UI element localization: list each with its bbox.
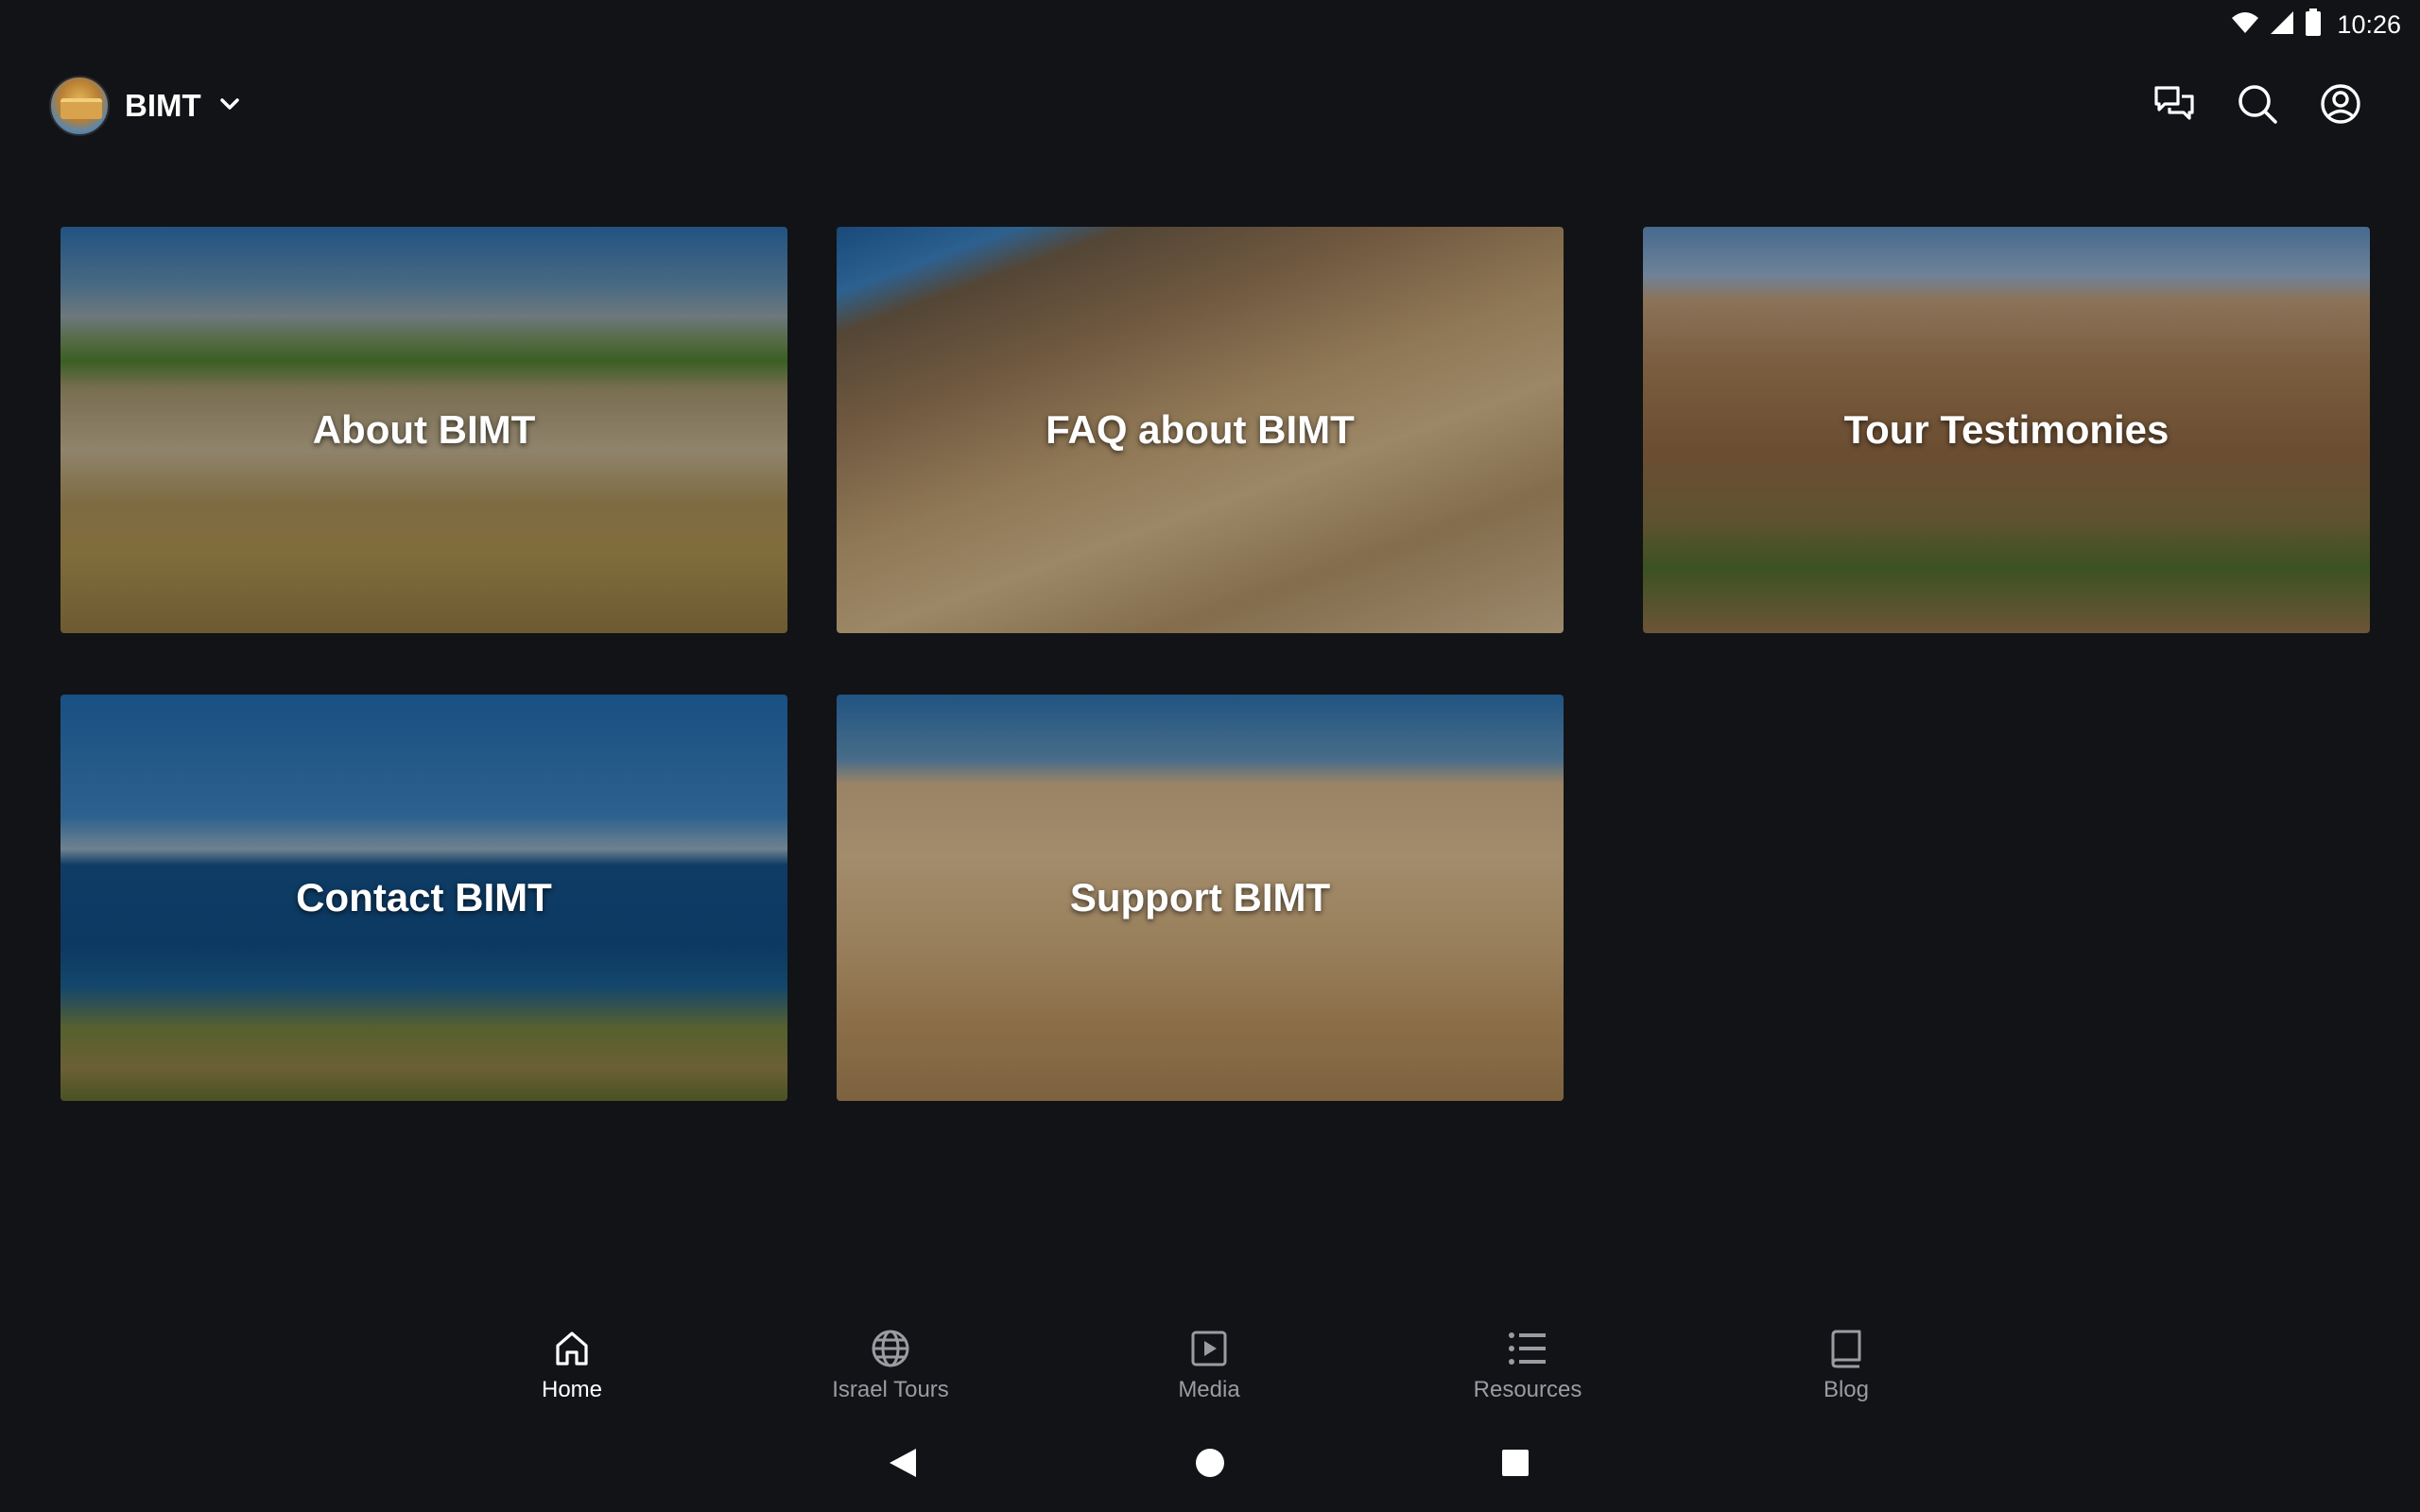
avatar bbox=[49, 76, 110, 136]
nav-item-media[interactable]: Media bbox=[1115, 1328, 1304, 1422]
account-icon bbox=[2320, 83, 2361, 129]
back-icon bbox=[888, 1447, 918, 1484]
home-icon bbox=[551, 1328, 593, 1369]
chat-icon bbox=[2153, 85, 2195, 128]
play-icon bbox=[1188, 1328, 1230, 1369]
nav-item-blog[interactable]: Blog bbox=[1752, 1328, 1941, 1422]
nav-label: Blog bbox=[1823, 1377, 1870, 1402]
tile-faq-about-bimt[interactable]: FAQ about BIMT bbox=[837, 227, 1564, 633]
tile-title: Support BIMT bbox=[1069, 875, 1331, 919]
cell-signal-icon bbox=[2269, 9, 2295, 41]
battery-icon bbox=[2305, 8, 2322, 42]
nav-item-israel-tours[interactable]: Israel Tours bbox=[796, 1328, 985, 1422]
tile-contact-bimt[interactable]: Contact BIMT bbox=[60, 695, 787, 1101]
status-time: 10:26 bbox=[2337, 9, 2401, 39]
account-button[interactable] bbox=[2318, 83, 2363, 129]
nav-label: Resources bbox=[1473, 1377, 1582, 1402]
brand-name: BIMT bbox=[125, 88, 201, 123]
tile-title: Contact BIMT bbox=[296, 875, 552, 919]
home-circle-icon bbox=[1195, 1448, 1225, 1483]
book-icon bbox=[1825, 1328, 1867, 1369]
wifi-icon bbox=[2231, 10, 2259, 40]
nav-label: Israel Tours bbox=[832, 1377, 949, 1402]
status-icons: 10:26 bbox=[2231, 8, 2401, 42]
list-icon bbox=[1507, 1328, 1548, 1369]
system-back-button[interactable] bbox=[874, 1436, 931, 1493]
tile-title: About BIMT bbox=[312, 407, 536, 452]
nav-label: Media bbox=[1178, 1377, 1240, 1402]
search-button[interactable] bbox=[2235, 83, 2280, 129]
tile-support-bimt[interactable]: Support BIMT bbox=[837, 695, 1564, 1101]
brand-switcher[interactable]: BIMT bbox=[49, 74, 243, 138]
nav-label: Home bbox=[541, 1377, 603, 1402]
tile-title: Tour Testimonies bbox=[1843, 407, 2169, 452]
system-home-button[interactable] bbox=[1182, 1436, 1238, 1493]
tile-about-bimt[interactable]: About BIMT bbox=[60, 227, 787, 633]
nav-item-home[interactable]: Home bbox=[477, 1328, 666, 1422]
system-recents-button[interactable] bbox=[1487, 1436, 1544, 1493]
chat-button[interactable] bbox=[2152, 83, 2197, 129]
nav-item-resources[interactable]: Resources bbox=[1433, 1328, 1622, 1422]
globe-icon bbox=[870, 1328, 911, 1369]
app-bar-actions bbox=[2152, 79, 2363, 132]
bottom-navigation: Home Israel Tours Media Resources Blog bbox=[0, 1318, 2420, 1432]
search-icon bbox=[2237, 83, 2278, 129]
recents-icon bbox=[1500, 1448, 1530, 1483]
chevron-down-icon bbox=[216, 91, 243, 122]
status-bar: 10:26 bbox=[0, 0, 2420, 49]
tile-tour-testimonies[interactable]: Tour Testimonies bbox=[1643, 227, 2370, 633]
tile-title: FAQ about BIMT bbox=[1046, 407, 1355, 452]
system-navigation-bar bbox=[0, 1436, 2420, 1493]
app-bar: BIMT bbox=[0, 60, 2420, 151]
